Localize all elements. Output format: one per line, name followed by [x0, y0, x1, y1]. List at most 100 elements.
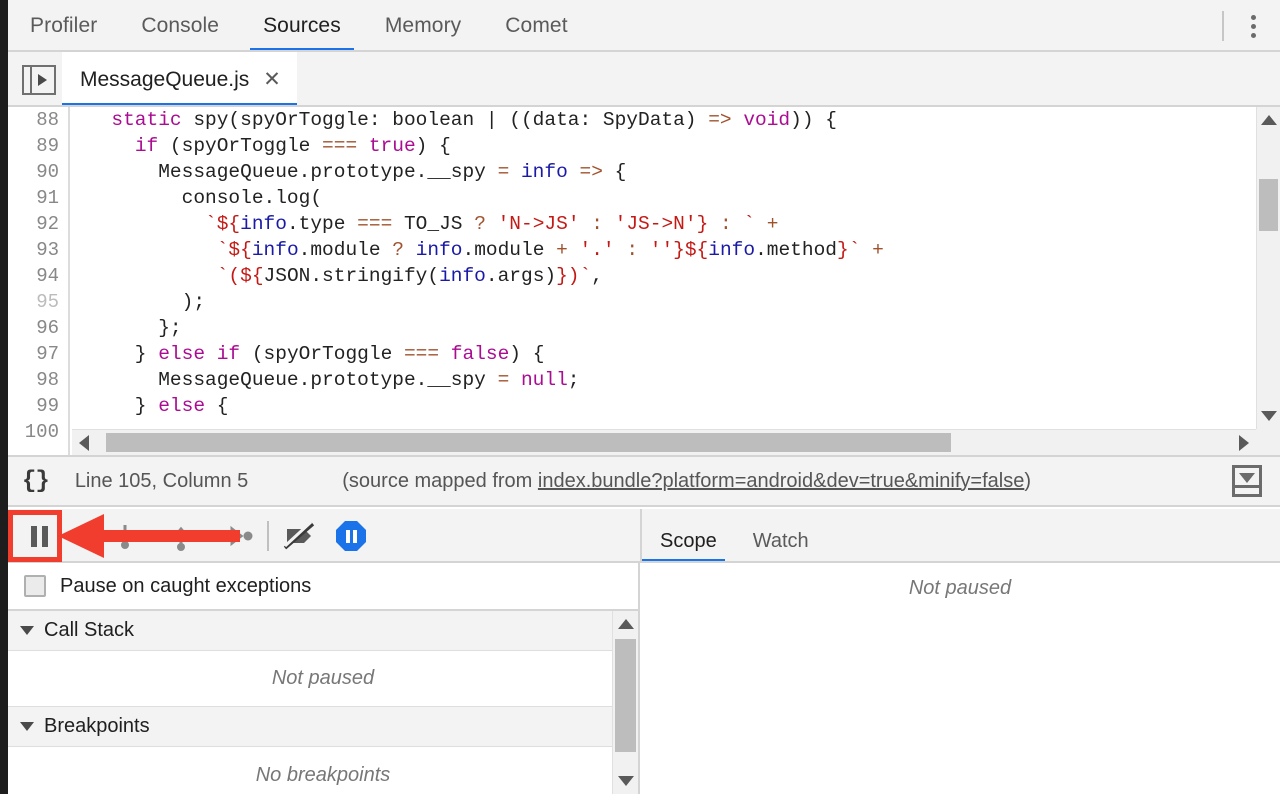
code-token: ===: [404, 343, 439, 365]
code-token: if: [217, 343, 240, 365]
code-line[interactable]: MessageQueue.prototype.__spy = info => {: [72, 159, 1280, 185]
panel-tabs-right-group: [1222, 0, 1280, 52]
code-token: ===: [357, 213, 392, 235]
source-map-link[interactable]: index.bundle?platform=android&dev=true&m…: [538, 470, 1024, 492]
sidebar-scrollbar-thumb[interactable]: [615, 639, 636, 752]
code-line[interactable]: `${info.module ? info.module + '.' : ''}…: [72, 237, 1280, 263]
line-number[interactable]: 98: [8, 367, 68, 393]
tab-console[interactable]: Console: [119, 0, 241, 52]
code-line[interactable]: `${info.type === TO_JS ? 'N->JS' : 'JS->…: [72, 211, 1280, 237]
code-token: info: [439, 265, 486, 287]
sidebar-vertical-scrollbar[interactable]: [612, 611, 638, 794]
pause-on-caught-exceptions-checkbox[interactable]: [24, 575, 46, 597]
show-navigator-icon[interactable]: [22, 65, 56, 95]
code-token: [732, 109, 744, 131]
line-number[interactable]: 95: [8, 289, 68, 315]
code-content[interactable]: static spy(spyOrToggle: boolean | ((data…: [72, 107, 1280, 455]
code-line[interactable]: } else {: [72, 393, 1280, 419]
tab-memory[interactable]: Memory: [363, 0, 483, 52]
code-line[interactable]: MessageQueue.prototype.__spy = null;: [72, 367, 1280, 393]
tab-profiler[interactable]: Profiler: [8, 0, 119, 52]
vertical-scrollbar-thumb[interactable]: [1259, 179, 1278, 231]
scroll-up-icon[interactable]: [618, 619, 634, 629]
code-token: (spyOrToggle: [158, 135, 322, 157]
tab-watch-label: Watch: [753, 530, 809, 552]
line-number[interactable]: 94: [8, 263, 68, 289]
call-stack-section-header[interactable]: Call Stack: [8, 611, 638, 651]
horizontal-scrollbar-thumb[interactable]: [106, 433, 951, 452]
code-line[interactable]: if (spyOrToggle === true) {: [72, 133, 1280, 159]
tab-sources[interactable]: Sources: [241, 0, 363, 52]
scroll-down-icon[interactable]: [1261, 411, 1277, 421]
breakpoints-section-header[interactable]: Breakpoints: [8, 707, 638, 747]
close-icon[interactable]: ✕: [263, 69, 281, 90]
toolbar-divider: [1222, 11, 1224, 41]
line-number[interactable]: 100: [8, 419, 68, 445]
tab-watch[interactable]: Watch: [735, 530, 827, 563]
code-token: =>: [580, 161, 603, 183]
scope-watch-tab-bar: Scope Watch: [640, 509, 1280, 563]
toolbar-separator: [267, 521, 269, 551]
pretty-print-icon[interactable]: {}: [22, 468, 49, 495]
line-number[interactable]: 89: [8, 133, 68, 159]
code-token: [357, 135, 369, 157]
code-token: false: [451, 343, 510, 365]
code-token: void: [743, 109, 790, 131]
file-tab-messagequeue[interactable]: MessageQueue.js ✕: [62, 52, 297, 107]
line-number[interactable]: 92: [8, 211, 68, 237]
code-line[interactable]: );: [72, 289, 1280, 315]
code-token: [708, 213, 720, 235]
line-number[interactable]: 93: [8, 237, 68, 263]
code-token: ) {: [509, 343, 544, 365]
line-number[interactable]: 99: [8, 393, 68, 419]
code-token: [568, 161, 580, 183]
scroll-right-icon[interactable]: [1239, 435, 1249, 451]
code-line[interactable]: console.log(: [72, 185, 1280, 211]
scope-empty-message: Not paused: [909, 577, 1011, 599]
annotation-highlight-box: [8, 510, 62, 562]
call-stack-title: Call Stack: [44, 619, 134, 642]
line-number[interactable]: 96: [8, 315, 68, 341]
show-more-icon[interactable]: [1232, 465, 1262, 497]
code-token: `: [743, 213, 766, 235]
line-number[interactable]: 90: [8, 159, 68, 185]
code-token: TO_JS: [392, 213, 474, 235]
code-token: :: [591, 213, 603, 235]
code-token: info: [708, 239, 755, 261]
line-number[interactable]: 88: [8, 107, 68, 133]
pause-on-caught-exceptions-row[interactable]: Pause on caught exceptions: [8, 563, 638, 611]
line-number[interactable]: 91: [8, 185, 68, 211]
scroll-left-icon[interactable]: [79, 435, 89, 451]
code-token: console.log(: [88, 187, 322, 209]
code-line[interactable]: static spy(spyOrToggle: boolean | ((data…: [72, 107, 1280, 133]
code-token: true: [369, 135, 416, 157]
pause-on-exceptions-button[interactable]: [329, 514, 373, 558]
annotation-arrow: [58, 510, 240, 562]
code-token: [404, 239, 416, 261]
cursor-position-label: Line 105, Column 5: [75, 470, 248, 493]
code-token: ?: [392, 239, 404, 261]
code-line[interactable]: } else if (spyOrToggle === false) {: [72, 341, 1280, 367]
file-tab-strip: MessageQueue.js ✕: [8, 52, 1280, 107]
deactivate-breakpoints-button[interactable]: [277, 514, 321, 558]
more-options-icon[interactable]: [1238, 11, 1268, 41]
code-token: `${: [205, 213, 240, 235]
code-token: [568, 239, 580, 261]
chevron-down-icon: [20, 722, 34, 731]
tab-comet[interactable]: Comet: [483, 0, 589, 52]
code-token: [580, 213, 592, 235]
line-number[interactable]: 97: [8, 341, 68, 367]
scroll-up-icon[interactable]: [1261, 115, 1277, 125]
line-number-gutter[interactable]: 888990919293949596979899100: [8, 107, 70, 455]
editor-vertical-scrollbar[interactable]: [1256, 107, 1280, 429]
code-token: [732, 213, 744, 235]
code-line[interactable]: };: [72, 315, 1280, 341]
code-editor[interactable]: 888990919293949596979899100 static spy(s…: [8, 107, 1280, 455]
editor-horizontal-scrollbar[interactable]: [72, 429, 1256, 455]
code-token: ) {: [416, 135, 451, 157]
tab-scope[interactable]: Scope: [642, 530, 735, 563]
breakpoints-empty-text: No breakpoints: [256, 764, 391, 787]
code-line[interactable]: `(${JSON.stringify(info.args)})`,: [72, 263, 1280, 289]
scroll-down-icon[interactable]: [618, 776, 634, 786]
code-token: '.': [580, 239, 615, 261]
